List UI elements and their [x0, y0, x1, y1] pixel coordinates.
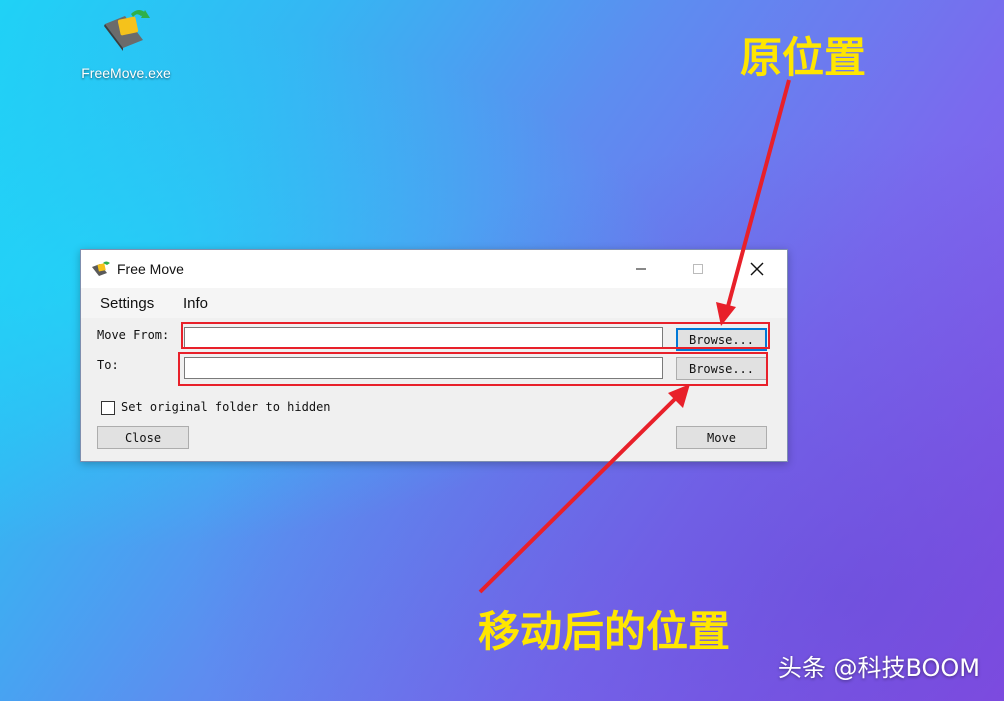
- move-button[interactable]: Move: [676, 426, 767, 449]
- maximize-icon: [693, 264, 703, 274]
- desktop-icon-freemove[interactable]: FreeMove.exe: [78, 6, 174, 82]
- freemove-app-icon: [104, 10, 150, 51]
- menu-bar: Settings Info: [81, 288, 787, 318]
- maximize-button[interactable]: [675, 250, 721, 288]
- move-from-label: Move From:: [97, 328, 170, 342]
- hidden-checkbox[interactable]: [101, 401, 115, 415]
- close-button[interactable]: Close: [97, 426, 189, 449]
- watermark: 头条 @科技BOOM: [777, 654, 980, 682]
- desktop-icon-label: FreeMove.exe: [81, 65, 171, 81]
- close-window-button[interactable]: [734, 250, 780, 288]
- moved-location-highlight: [178, 352, 768, 386]
- menu-settings[interactable]: Settings: [100, 295, 154, 312]
- to-label: To:: [97, 358, 119, 372]
- title-bar: Free Move: [81, 250, 787, 288]
- app-icon: [92, 261, 110, 276]
- original-location-highlight: [181, 322, 770, 349]
- original-location-annotation: 原位置: [740, 33, 867, 82]
- hidden-checkbox-label: Set original folder to hidden: [121, 400, 331, 414]
- window-title: Free Move: [117, 261, 184, 277]
- close-icon: [750, 262, 764, 276]
- menu-info[interactable]: Info: [183, 295, 208, 312]
- moved-location-annotation: 移动后的位置: [478, 607, 731, 656]
- minimize-button[interactable]: [618, 250, 664, 288]
- minimize-icon: [636, 268, 646, 270]
